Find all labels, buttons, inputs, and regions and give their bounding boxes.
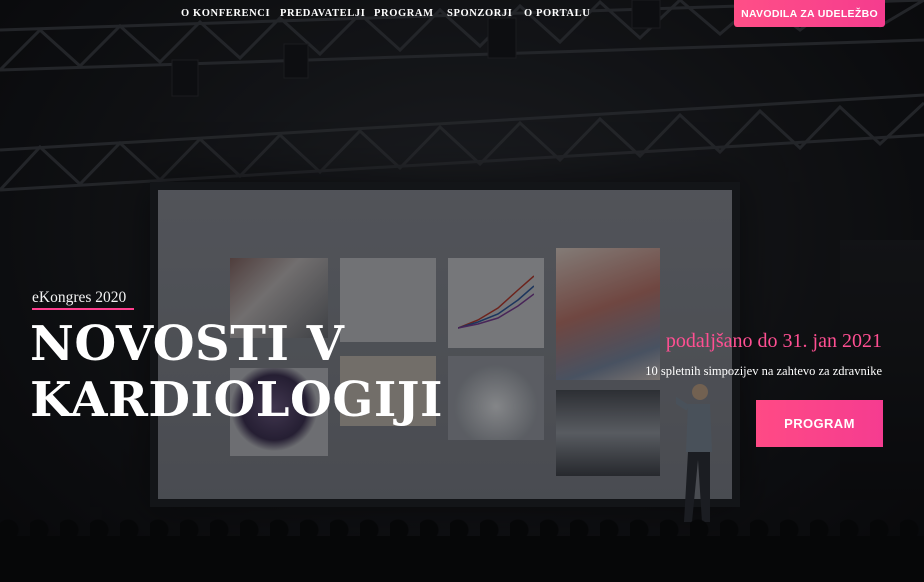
top-navigation: O KONFERENCI PREDAVATELJI PROGRAM SPONZO…: [0, 0, 924, 28]
nav-link-program[interactable]: PROGRAM: [374, 8, 434, 19]
program-button[interactable]: PROGRAM: [756, 400, 883, 447]
participation-instructions-button[interactable]: NAVODILA ZA UDELEŽBO: [734, 0, 885, 27]
hero-background-image: [0, 0, 924, 582]
nav-link-o-portalu[interactable]: O PORTALU: [524, 8, 590, 19]
eyebrow-underline: [32, 308, 134, 310]
page-title: NOVOSTI V KARDIOLOGIJI: [30, 316, 443, 428]
symposia-description: 10 spletnih simpozijev na zahtevo za zdr…: [645, 364, 882, 378]
extended-until-text: podaljšano do 31. jan 2021: [665, 330, 882, 352]
nav-link-predavatelji[interactable]: PREDAVATELJI: [280, 8, 365, 19]
event-eyebrow: eKongres 2020: [32, 289, 127, 306]
title-line-1: NOVOSTI V: [30, 316, 345, 372]
title-line-2: KARDIOLOGIJI: [30, 372, 443, 428]
nav-link-sponzorji[interactable]: SPONZORJI: [447, 8, 513, 19]
nav-link-o-konferenci[interactable]: O KONFERENCI: [181, 8, 270, 19]
